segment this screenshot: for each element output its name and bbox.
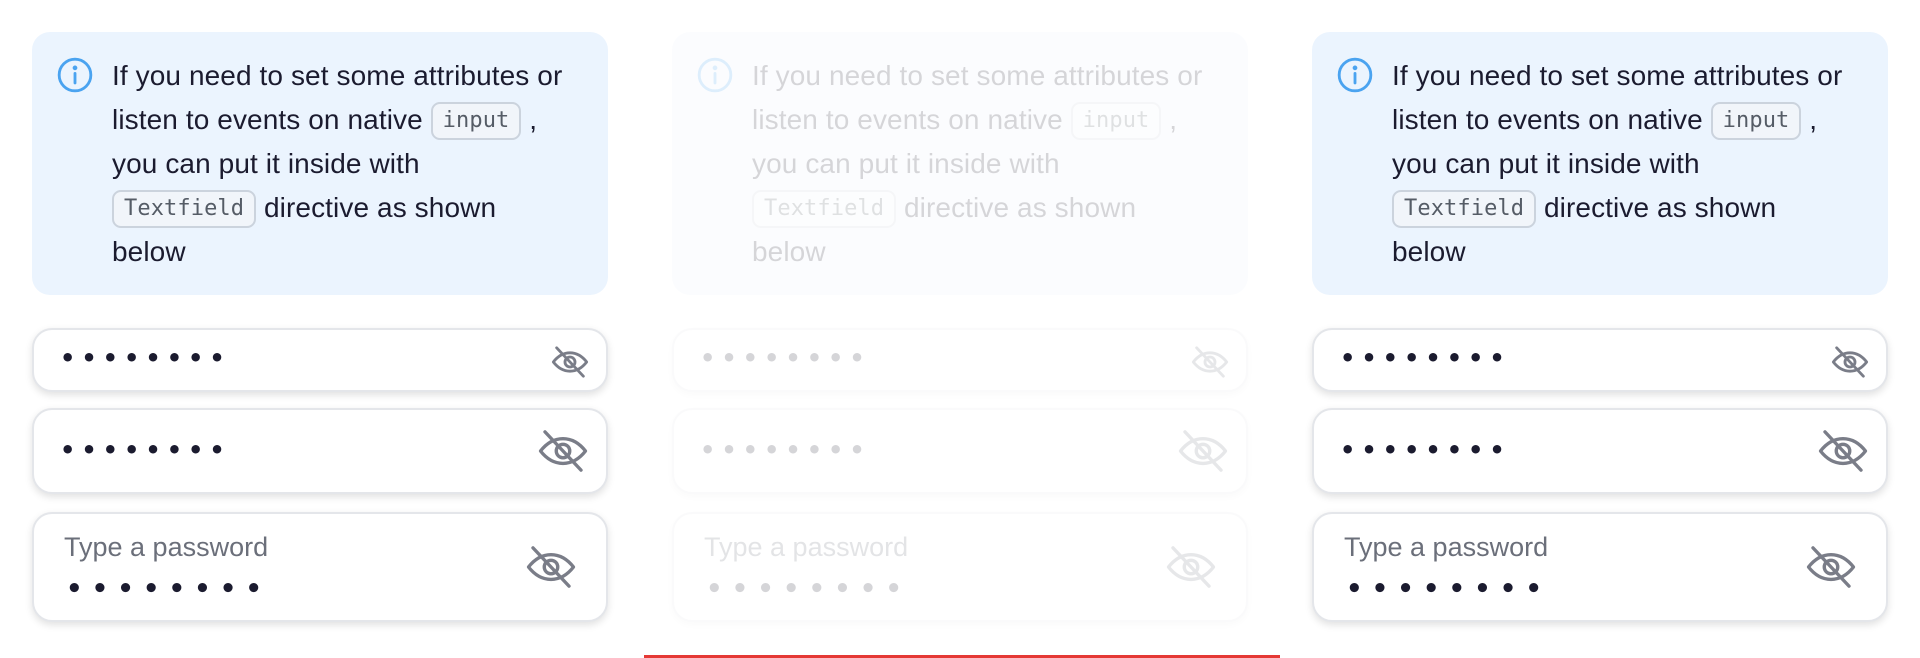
info-circle-icon: [1337, 57, 1373, 93]
password-field-large[interactable]: Type a password ••••••••: [32, 512, 608, 622]
toggle-visibility-button[interactable]: [524, 540, 578, 594]
textfield-panel-light: If you need to set some attributes or li…: [0, 0, 640, 658]
password-field-medium[interactable]: ••••••••: [32, 408, 608, 494]
toggle-visibility-button[interactable]: [536, 424, 590, 478]
info-circle-icon: [697, 57, 733, 93]
code-input: input: [430, 102, 522, 140]
toggle-visibility-button[interactable]: [1830, 342, 1870, 382]
password-field-medium[interactable]: ••••••••: [1312, 408, 1888, 494]
eye-off-icon: [1166, 546, 1216, 588]
eye-off-icon: [1806, 546, 1856, 588]
toggle-visibility-button[interactable]: [550, 342, 590, 382]
info-text: If you need to set some attributes or li…: [112, 60, 563, 267]
password-value: ••••••••: [1340, 344, 1511, 372]
info-notification: If you need to set some attributes or li…: [1312, 32, 1888, 295]
code-textfield: Textfield: [1392, 190, 1537, 228]
code-input: input: [1070, 102, 1162, 140]
password-field-small[interactable]: ••••••••: [32, 328, 608, 392]
textfield-panel-disabled: If you need to set some attributes or li…: [640, 0, 1280, 658]
password-field-large: Type a password ••••••••: [672, 512, 1248, 622]
field-label: Type a password: [704, 532, 909, 562]
password-value: ••••••••: [700, 344, 871, 372]
password-value: ••••••••: [60, 436, 231, 464]
password-value: ••••••••: [1340, 436, 1511, 464]
password-value: ••••••••: [66, 574, 271, 604]
password-value: ••••••••: [60, 344, 231, 372]
code-input: input: [1710, 102, 1802, 140]
code-textfield: Textfield: [752, 190, 897, 228]
info-text: If you need to set some attributes or li…: [752, 60, 1203, 267]
eye-off-icon: [1191, 346, 1229, 378]
info-text: If you need to set some attributes or li…: [1392, 60, 1843, 267]
eye-off-icon: [1818, 430, 1868, 472]
password-value: ••••••••: [1346, 574, 1551, 604]
password-field-medium: ••••••••: [672, 408, 1248, 494]
password-field-small[interactable]: ••••••••: [1312, 328, 1888, 392]
password-value: ••••••••: [700, 436, 871, 464]
toggle-visibility-button[interactable]: [1816, 424, 1870, 478]
password-field-small: ••••••••: [672, 328, 1248, 392]
textfield-panel-dark: If you need to set some attributes or li…: [1280, 0, 1920, 658]
eye-off-icon: [1178, 430, 1228, 472]
info-notification: If you need to set some attributes or li…: [672, 32, 1248, 295]
info-notification: If you need to set some attributes or li…: [32, 32, 608, 295]
toggle-visibility-button: [1190, 342, 1230, 382]
eye-off-icon: [1831, 346, 1869, 378]
toggle-visibility-button: [1176, 424, 1230, 478]
eye-off-icon: [526, 546, 576, 588]
field-label: Type a password: [64, 532, 269, 562]
eye-off-icon: [551, 346, 589, 378]
code-textfield: Textfield: [112, 190, 257, 228]
field-label: Type a password: [1344, 532, 1549, 562]
password-value: ••••••••: [706, 574, 911, 604]
password-field-large[interactable]: Type a password ••••••••: [1312, 512, 1888, 622]
toggle-visibility-button: [1164, 540, 1218, 594]
info-circle-icon: [57, 57, 93, 93]
eye-off-icon: [538, 430, 588, 472]
toggle-visibility-button[interactable]: [1804, 540, 1858, 594]
